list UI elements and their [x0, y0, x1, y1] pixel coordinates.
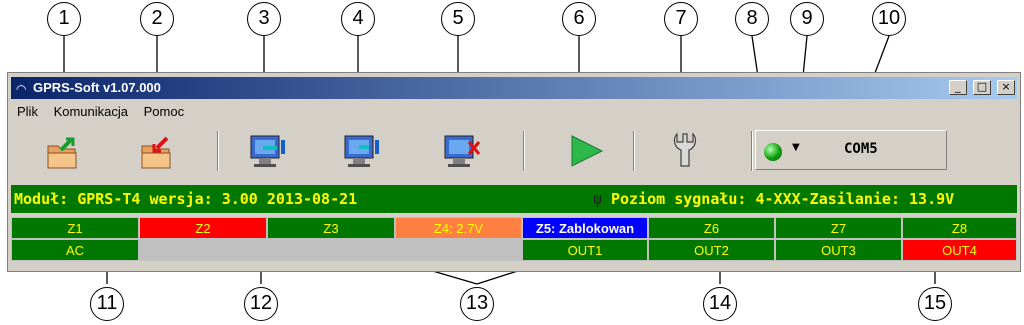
menu-pomoc[interactable]: Pomoc [138, 102, 190, 121]
folder-save-icon [141, 136, 171, 169]
monitor-send-icon [344, 135, 379, 167]
empty-cell [395, 239, 522, 261]
window-controls: _ □ × [948, 80, 1015, 99]
menu-komunikacja[interactable]: Komunikacja [48, 102, 134, 121]
menu-plik[interactable]: Plik [11, 102, 44, 121]
port-selector[interactable]: ▼ COM5 [755, 130, 947, 170]
app-logo-icon: ◠ [16, 82, 27, 96]
send-button[interactable] [317, 128, 407, 174]
callout-7: 7 [664, 2, 698, 36]
save-file-button[interactable] [111, 128, 201, 174]
toolbar-separator [751, 131, 753, 171]
monitor-disconnect-icon [444, 135, 481, 167]
close-button[interactable]: × [997, 80, 1015, 95]
empty-cell [267, 239, 395, 261]
callout-2: 2 [140, 2, 174, 36]
status-bar: Moduł: GPRS-T4 wersja: 3.00 2013-08-21 ψ… [11, 185, 1017, 213]
minimize-button[interactable]: _ [948, 80, 967, 95]
callout-1: 1 [47, 2, 81, 36]
output-out3: OUT3 [775, 239, 902, 261]
monitor-connect-icon [250, 135, 285, 167]
window-title: GPRS-Soft v1.07.000 [33, 80, 161, 95]
zone-z5: Z5: Zablokowan [522, 217, 648, 239]
menu-bar: Plik Komunikacja Pomoc [11, 102, 190, 122]
settings-button[interactable] [640, 128, 730, 174]
callout-8: 8 [735, 2, 769, 36]
callout-5: 5 [441, 2, 475, 36]
callout-15: 15 [918, 287, 952, 321]
start-button[interactable] [538, 128, 628, 174]
output-out4: OUT4 [902, 239, 1017, 261]
port-name: COM5 [844, 141, 878, 157]
connection-led-icon [764, 143, 782, 161]
zone-z1: Z1 [11, 217, 139, 239]
toolbar-separator [217, 131, 219, 171]
toolbar-separator [523, 131, 525, 171]
signal-info: Poziom sygnału: 4-XXX-Zasilanie: 13.9V [611, 190, 955, 208]
callout-12: 12 [244, 287, 278, 321]
folder-open-icon [47, 137, 77, 169]
callout-9: 9 [790, 2, 824, 36]
callout-11: 11 [90, 287, 124, 321]
module-info: Moduł: GPRS-T4 wersja: 3.00 2013-08-21 [14, 190, 358, 208]
callout-14: 14 [703, 287, 737, 321]
title-bar[interactable]: ◠ GPRS-Soft v1.07.000 _ □ × [11, 77, 1017, 99]
callout-10: 10 [872, 2, 906, 36]
callout-6: 6 [562, 2, 596, 36]
input-ac: AC [11, 239, 139, 261]
output-out2: OUT2 [648, 239, 775, 261]
empty-cell [139, 239, 267, 261]
wrench-icon [673, 132, 697, 167]
play-icon [571, 135, 604, 167]
callout-4: 4 [341, 2, 375, 36]
zone-z8: Z8 [902, 217, 1017, 239]
callout-3: 3 [247, 2, 281, 36]
toolbar: ▼ COM5 [11, 128, 1017, 175]
antenna-icon: ψ [593, 190, 603, 208]
maximize-button[interactable]: □ [972, 80, 991, 95]
zone-z3: Z3 [267, 217, 395, 239]
connect-button[interactable] [223, 128, 313, 174]
zone-z7: Z7 [775, 217, 902, 239]
toolbar-separator [633, 131, 635, 171]
disconnect-button[interactable] [417, 128, 507, 174]
zone-z6: Z6 [648, 217, 775, 239]
open-file-button[interactable] [17, 128, 107, 174]
app-window: ◠ GPRS-Soft v1.07.000 _ □ × Plik Komunik… [7, 72, 1021, 272]
chevron-down-icon[interactable]: ▼ [792, 142, 800, 153]
callout-13: 13 [460, 287, 494, 321]
zone-grid: Z1 Z2 Z3 Z4: 2.7V Z5: Zablokowan Z6 Z7 Z… [11, 217, 1017, 263]
zone-z4: Z4: 2.7V [395, 217, 522, 239]
zone-z2: Z2 [139, 217, 267, 239]
output-out1: OUT1 [522, 239, 648, 261]
